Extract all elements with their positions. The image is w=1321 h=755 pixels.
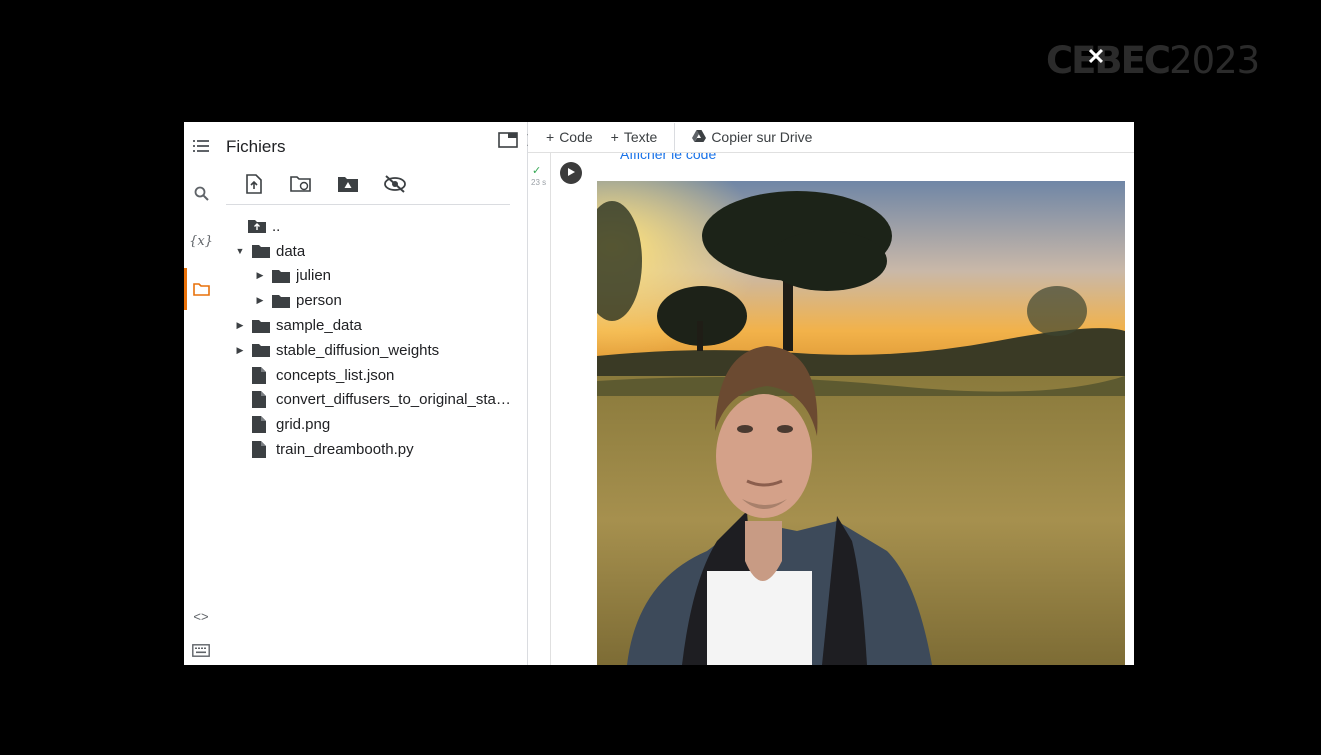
run-cell-button[interactable] (560, 162, 582, 184)
terminal-icon[interactable] (188, 638, 214, 662)
plus-icon: + (546, 129, 555, 145)
file-icon (252, 441, 270, 459)
chevron-right-icon[interactable]: ▶ (232, 318, 248, 334)
plus-icon: + (610, 129, 619, 145)
tree-item-label: person (296, 292, 342, 310)
variables-icon[interactable]: {x} (188, 229, 214, 253)
tree-item-data[interactable]: ▼ data (222, 239, 522, 264)
tree-item-label: stable_diffusion_weights (276, 341, 440, 359)
tree-item-label: train_dreambooth.py (276, 441, 414, 459)
folder-icon (272, 293, 290, 309)
file-icon (252, 416, 270, 434)
close-icon: ✕ (1086, 44, 1106, 69)
notebook-area: Afficher le code + Code + Texte Copier sur… (528, 122, 1134, 665)
file-tree: .. ▼ data ▶ julien ▶ person ▶ sample_dat… (222, 214, 522, 462)
chevron-down-icon[interactable]: ▼ (232, 243, 248, 259)
tree-item-person[interactable]: ▶ person (222, 288, 522, 313)
refresh-icon[interactable] (287, 170, 315, 198)
upload-icon[interactable] (240, 170, 268, 198)
folder-icon[interactable] (188, 277, 214, 301)
file-icon (252, 366, 270, 384)
tree-item-stable-diffusion-weights[interactable]: ▶ stable_diffusion_weights (222, 338, 522, 363)
parent-folder-icon (248, 218, 266, 234)
tree-item-convert-diffusers[interactable]: convert_diffusers_to_original_stabl... (222, 388, 522, 413)
play-icon (566, 164, 576, 182)
tree-item-sample-data[interactable]: ▶ sample_data (222, 313, 522, 338)
folder-icon (272, 268, 290, 284)
search-icon[interactable] (188, 181, 214, 205)
tree-item-concepts-list[interactable]: concepts_list.json (222, 363, 522, 388)
cell-gutter (528, 153, 551, 665)
folder-icon (252, 243, 270, 259)
active-indicator (184, 268, 187, 310)
divider (226, 204, 510, 205)
cebec-watermark-logo: CEBEC2023 (1046, 39, 1260, 82)
menu-icon[interactable] (188, 134, 214, 158)
tree-item-label: data (276, 242, 306, 260)
copy-to-drive-button[interactable]: Copier sur Drive (683, 122, 821, 152)
tree-item-label: concepts_list.json (276, 366, 395, 384)
toolbar-divider (674, 123, 676, 151)
tree-item-label: grid.png (276, 416, 331, 434)
chevron-right-icon[interactable]: ▶ (252, 293, 268, 309)
check-icon: ✓ (532, 165, 542, 177)
execution-time: 23 s (531, 178, 547, 187)
tree-item-train-dreambooth[interactable]: train_dreambooth.py (222, 437, 522, 462)
hide-icon[interactable] (381, 170, 409, 198)
folder-icon (252, 318, 270, 334)
colab-window: {x} <> Fichiers .. ▼ data ▶ julien ▶ per… (184, 122, 1134, 665)
chevron-right-icon[interactable]: ▶ (252, 268, 268, 284)
open-in-window-icon[interactable] (498, 132, 518, 153)
tree-item-label: .. (272, 217, 281, 235)
files-panel: Fichiers .. ▼ data ▶ julien ▶ person ▶ s… (216, 122, 541, 665)
tree-item-label: julien (296, 267, 332, 285)
mount-drive-icon[interactable] (334, 170, 362, 198)
add-text-button[interactable]: + Texte (602, 122, 667, 152)
chevron-right-icon[interactable]: ▶ (232, 342, 248, 358)
add-code-button[interactable]: + Code (528, 122, 602, 152)
tree-item-grid-png[interactable]: grid.png (222, 412, 522, 437)
code-snippets-icon[interactable]: <> (188, 604, 214, 628)
notebook-toolbar: + Code + Texte Copier sur Drive (528, 122, 1134, 153)
tree-item-label: convert_diffusers_to_original_stabl... (276, 391, 512, 409)
tree-item-julien[interactable]: ▶ julien (222, 264, 522, 289)
output-image (597, 181, 1125, 665)
drive-icon (692, 129, 707, 145)
left-rail: {x} <> (184, 122, 216, 665)
tree-item-parent[interactable]: .. (222, 214, 522, 239)
portrait-photo (597, 181, 1125, 665)
panel-title: Fichiers (226, 137, 286, 156)
folder-icon (252, 342, 270, 358)
tree-item-label: sample_data (276, 317, 362, 335)
file-icon (252, 391, 270, 409)
